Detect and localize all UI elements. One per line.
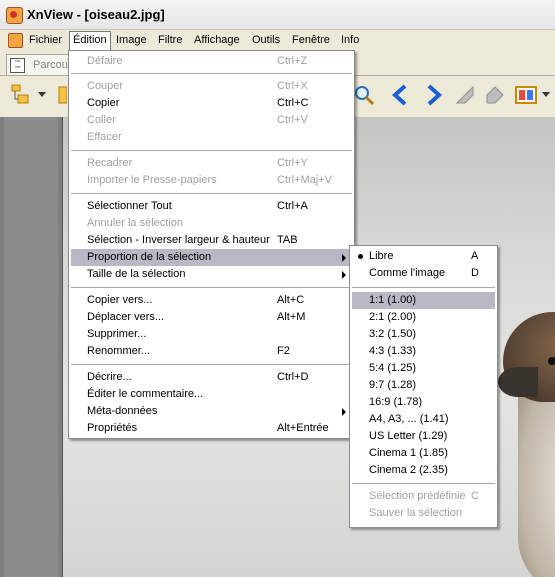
ratio-item-9-7[interactable]: 9:7 (1.28) [352,377,495,394]
menu-item-deplacer-vers[interactable]: Déplacer vers... Alt+M [71,309,352,326]
menu-item-proprietes[interactable]: Propriétés Alt+Entrée [71,420,352,437]
xnview-app-icon[interactable] [6,7,23,24]
ratio-item-16-9[interactable]: 16:9 (1.78) [352,394,495,411]
ratio-item-1-1[interactable]: 1:1 (1.00) [352,292,495,309]
menu-item-coller[interactable]: Coller Ctrl+V [71,112,352,129]
ratio-item-comme-image[interactable]: Comme l'image D [352,265,495,282]
folder-tree-icon[interactable] [8,81,36,109]
title-bar: XnView - [oiseau2.jpg] [0,0,555,30]
menu-image[interactable]: Image [113,32,150,48]
first-icon[interactable] [451,81,479,109]
ratio-item-sauver-selection[interactable]: Sauver la sélection [352,505,495,522]
menu-item-importer-presse-papiers[interactable]: Importer le Presse-papiers Ctrl+Maj+V [71,172,352,189]
submenu-arrow-icon [342,254,346,262]
submenu-arrow-icon [342,408,346,416]
menu-edition[interactable]: Édition [69,31,111,50]
ratio-item-a4-a3[interactable]: A4, A3, ... (1.41) [352,411,495,428]
menu-item-proportion-selection[interactable]: Proportion de la sélection [71,249,352,266]
ratio-item-cinema-2[interactable]: Cinema 2 (2.35) [352,462,495,479]
menu-separator [71,73,352,74]
ratio-item-5-4[interactable]: 5:4 (1.25) [352,360,495,377]
chevron-down-icon[interactable] [36,81,48,109]
menu-item-effacer[interactable]: Effacer [71,129,352,146]
tab-browser-label: Parcou [33,59,68,71]
menu-separator [71,193,352,194]
menu-bar: Fichier Édition Image Filtre Affichage O… [0,30,555,50]
ratio-item-cinema-1[interactable]: Cinema 1 (1.85) [352,445,495,462]
menu-item-recadrer[interactable]: Recadrer Ctrl+Y [71,155,352,172]
menu-item-inverser-largeur-hauteur[interactable]: Sélection - Inverser largeur & hauteur TA… [71,232,352,249]
menu-item-couper[interactable]: Couper Ctrl+X [71,78,352,95]
left-panel [0,117,63,577]
menu-separator [352,483,495,484]
edition-dropdown-menu: Défaire Ctrl+Z Couper Ctrl+X Copier Ctrl+C … [68,50,355,439]
prev-arrow-icon[interactable] [387,81,415,109]
menu-item-copier-vers[interactable]: Copier vers... Alt+C [71,292,352,309]
submenu-arrow-icon [342,271,346,279]
window-title: XnView - [oiseau2.jpg] [27,7,165,22]
browser-tab-icon: ▫▫ ▫▫ [10,58,25,73]
menu-item-defaire[interactable]: Défaire Ctrl+Z [71,53,352,70]
ratio-item-2-1[interactable]: 2:1 (2.00) [352,309,495,326]
menu-item-taille-selection[interactable]: Taille de la sélection [71,266,352,283]
menu-fenetre[interactable]: Fenêtre [289,32,333,48]
menu-separator [71,287,352,288]
bird-eye-image [548,357,555,365]
menu-item-annuler-selection[interactable]: Annuler la sélection [71,215,352,232]
last-icon[interactable] [481,81,509,109]
menu-item-editer-commentaire[interactable]: Éditer le commentaire... [71,386,352,403]
menu-item-decrire[interactable]: Décrire... Ctrl+D [71,369,352,386]
open-folder-icon[interactable] [56,81,68,109]
tab-browser[interactable]: ▫▫ ▫▫ Parcou [6,54,70,75]
menu-separator [352,287,495,288]
ratio-item-us-letter[interactable]: US Letter (1.29) [352,428,495,445]
menu-item-supprimer[interactable]: Supprimer... [71,326,352,343]
thumbnail-strip[interactable] [4,117,58,577]
bird-beak-image [498,367,538,397]
menu-outils[interactable]: Outils [249,32,283,48]
menu-separator [71,150,352,151]
menu-item-copier[interactable]: Copier Ctrl+C [71,95,352,112]
ratio-item-selection-predefinie[interactable]: Sélection prédéfinie C [352,488,495,505]
menu-separator [71,364,352,365]
slideshow-icon[interactable] [512,81,540,109]
proportion-submenu: Libre A Comme l'image D 1:1 (1.00) 2:1 (2.… [349,245,498,528]
menu-fichier[interactable]: Fichier [26,32,65,48]
next-arrow-icon[interactable] [419,81,447,109]
menu-filtre[interactable]: Filtre [155,32,185,48]
menu-info[interactable]: Info [338,32,362,48]
ratio-item-4-3[interactable]: 4:3 (1.33) [352,343,495,360]
slideshow-dropdown-icon[interactable] [540,81,552,109]
ratio-item-libre[interactable]: Libre A [352,248,495,265]
menu-item-renommer[interactable]: Renommer... F2 [71,343,352,360]
document-menu-icon[interactable] [8,33,23,48]
menu-affichage[interactable]: Affichage [191,32,243,48]
menu-item-meta-donnees[interactable]: Méta-données [71,403,352,420]
checked-bullet-icon [358,254,363,259]
ratio-item-3-2[interactable]: 3:2 (1.50) [352,326,495,343]
menu-item-selectionner-tout[interactable]: Sélectionner Tout Ctrl+A [71,198,352,215]
